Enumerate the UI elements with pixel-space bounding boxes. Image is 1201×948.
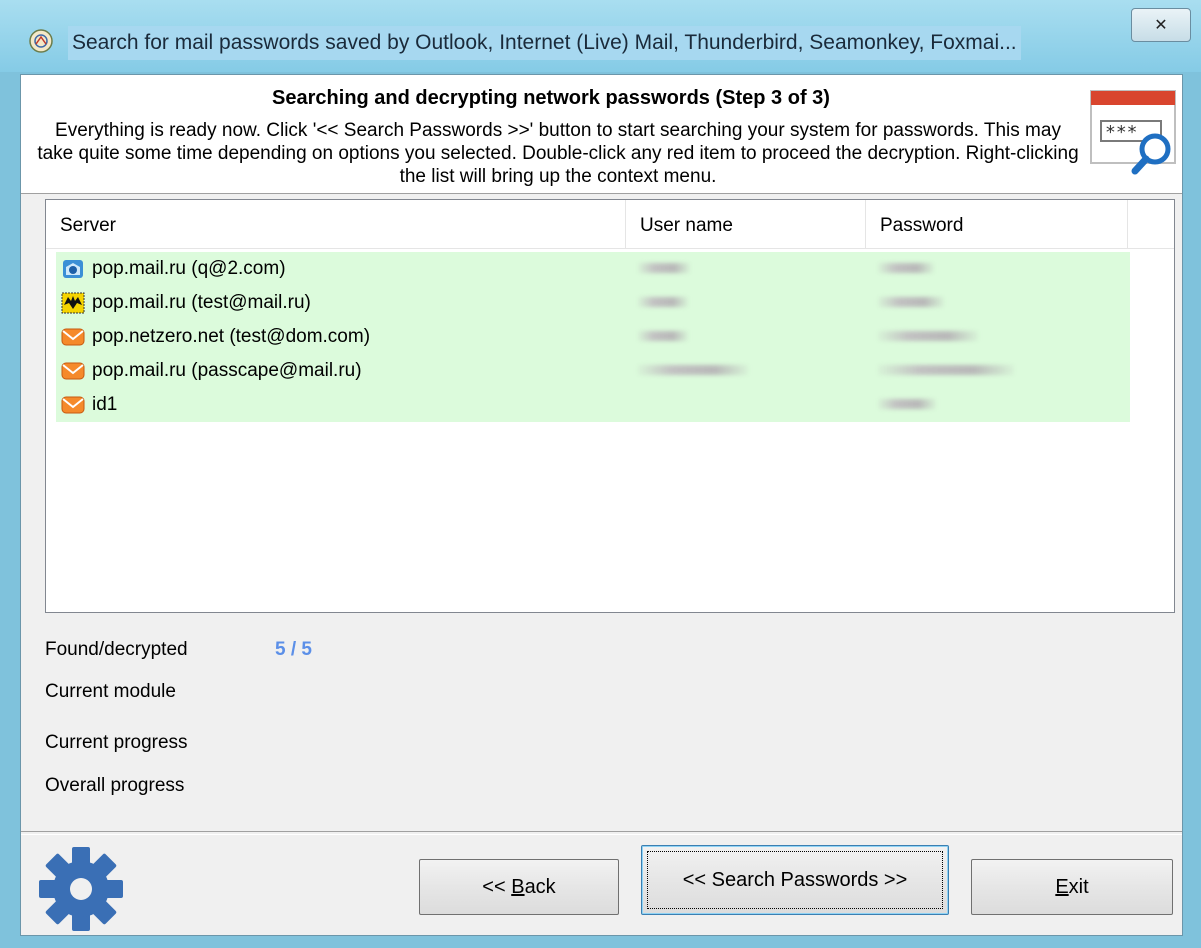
step-header: Searching and decrypting network passwor… [21,75,1182,194]
password-search-icon: *** [1090,90,1176,175]
password-redacted [878,365,1014,375]
list-item[interactable]: id1 [56,388,1130,422]
exit-button-rest: xit [1068,876,1089,898]
outlook-express-icon [63,260,83,278]
exit-button[interactable]: Exit [971,859,1173,915]
server-name: pop.netzero.net (test@dom.com) [92,326,371,347]
server-name: pop.mail.ru (test@mail.ru) [92,292,311,313]
passwords-list[interactable]: Server User name Password pop.mail.ru (q… [45,199,1175,613]
current-progress-label: Current progress [45,732,188,753]
user-name-redacted [638,263,690,273]
password-redacted [878,297,944,307]
gear-icon [39,847,123,931]
current-module-label: Current module [45,681,176,702]
overall-progress-label: Overall progress [45,775,185,796]
user-name-redacted [638,331,688,341]
back-button-mnemonic: B [511,876,525,898]
mail-envelope-icon [61,362,85,380]
list-item[interactable]: pop.mail.ru (passcape@mail.ru) [56,354,1130,388]
server-name: pop.mail.ru (q@2.com) [92,258,286,279]
server-name: id1 [92,394,118,415]
app-icon [29,29,53,53]
server-name: pop.mail.ru (passcape@mail.ru) [92,360,362,381]
column-server[interactable]: Server [46,200,626,248]
list-item[interactable]: pop.mail.ru (q@2.com) [56,252,1130,286]
search-passwords-label: << Search Passwords >> [682,869,908,891]
list-rows: pop.mail.ru (q@2.com) pop.mail.ru (test@… [56,252,1130,422]
list-item[interactable]: pop.netzero.net (test@dom.com) [56,320,1130,354]
window-title: Search for mail passwords saved by Outlo… [68,26,1021,60]
user-name-redacted [638,365,748,375]
step-title: Searching and decrypting network passwor… [272,87,830,109]
close-button[interactable]: ✕ [1131,8,1191,42]
dialog-client-area: Searching and decrypting network passwor… [20,74,1183,936]
found-decrypted-value: 5 / 5 [275,639,312,660]
list-header: Server User name Password [46,200,1174,249]
back-button-prefix: << [482,876,512,898]
password-redacted [878,399,936,409]
close-icon: ✕ [1154,17,1168,34]
column-user-name[interactable]: User name [626,200,866,248]
mail-envelope-icon [61,396,85,414]
back-button-rest: ack [524,876,556,898]
back-button[interactable]: << Back [419,859,619,915]
step-description: Everything is ready now. Click '<< Searc… [37,120,1079,187]
list-item[interactable]: pop.mail.ru (test@mail.ru) [56,286,1130,320]
found-decrypted-label: Found/decrypted [45,639,188,660]
user-name-redacted [638,297,688,307]
exit-button-mnemonic: E [1055,876,1069,898]
title-bar[interactable]: Search for mail passwords saved by Outlo… [0,0,1201,72]
dialog-window: Search for mail passwords saved by Outlo… [0,0,1201,948]
search-passwords-button[interactable]: << Search Passwords >> [641,845,949,915]
footer-separator [21,831,1182,835]
mail-envelope-icon [61,328,85,346]
password-redacted [878,331,978,341]
column-password[interactable]: Password [866,200,1128,248]
svg-text:***: *** [1105,122,1138,143]
the-bat-icon [61,292,85,314]
password-redacted [878,263,934,273]
